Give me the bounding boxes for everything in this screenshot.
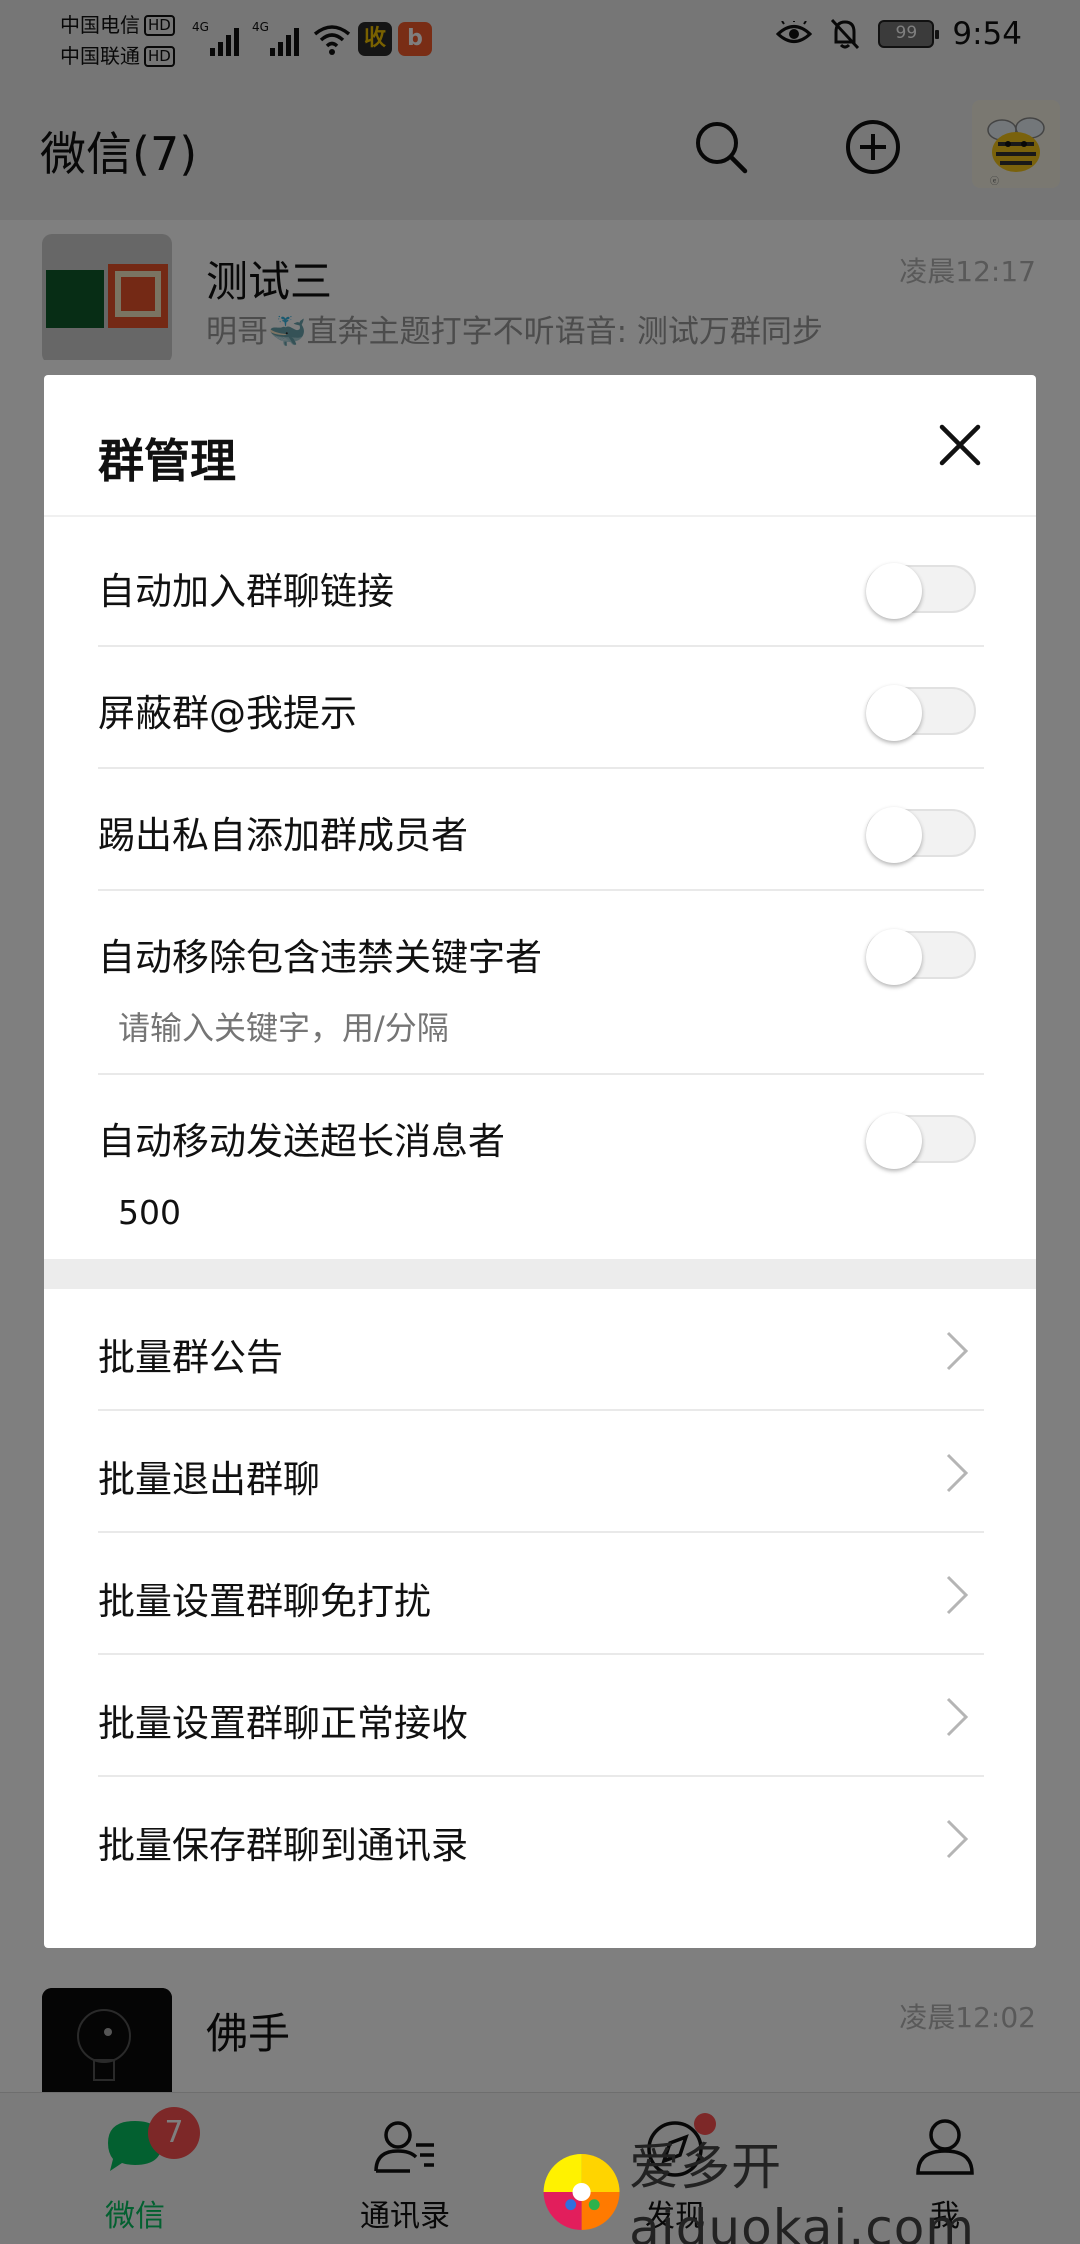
toggle-knob bbox=[866, 807, 922, 863]
toggle-switch[interactable] bbox=[866, 685, 976, 741]
setting-label: 自动移除包含违禁关键字者 bbox=[98, 936, 542, 979]
watermark: 爱多开aiduokai.com bbox=[540, 2138, 1080, 2244]
chevron-right-icon bbox=[946, 1697, 969, 1737]
watermark-text: 爱多开aiduokai.com bbox=[629, 2138, 975, 2244]
setting-label: 屏蔽群@我提示 bbox=[98, 692, 357, 735]
setting-row: 踢出私自添加群成员者 bbox=[98, 769, 984, 891]
setting-row: 自动移除包含违禁关键字者 bbox=[98, 891, 984, 1075]
max-length-input[interactable] bbox=[118, 1193, 518, 1232]
setting-label: 踢出私自添加群成员者 bbox=[98, 814, 468, 857]
action-label: 批量设置群聊正常接收 bbox=[98, 1702, 468, 1745]
group-management-dialog: 群管理 自动加入群聊链接 屏蔽群@我提示 踢出私自添加群成员者 自动移除包含违禁… bbox=[44, 375, 1036, 1948]
action-row[interactable]: 批量设置群聊免打扰 bbox=[98, 1533, 984, 1655]
action-row[interactable]: 批量设置群聊正常接收 bbox=[98, 1655, 984, 1777]
toggle-switch[interactable] bbox=[866, 1113, 976, 1169]
action-label: 批量退出群聊 bbox=[98, 1458, 320, 1501]
section-divider bbox=[44, 1259, 1036, 1289]
action-row[interactable]: 批量保存群聊到通讯录 bbox=[98, 1777, 984, 1899]
chevron-right-icon bbox=[946, 1819, 969, 1859]
action-label: 批量群公告 bbox=[98, 1336, 283, 1379]
setting-label: 自动移动发送超长消息者 bbox=[98, 1120, 505, 1163]
action-label: 批量保存群聊到通讯录 bbox=[98, 1824, 468, 1867]
close-icon[interactable] bbox=[936, 421, 984, 469]
action-row[interactable]: 批量退出群聊 bbox=[98, 1411, 984, 1533]
toggle-switch[interactable] bbox=[866, 563, 976, 619]
action-row[interactable]: 批量群公告 bbox=[98, 1289, 984, 1411]
action-label: 批量设置群聊免打扰 bbox=[98, 1580, 431, 1623]
toggle-knob bbox=[866, 1113, 922, 1169]
dialog-header: 群管理 bbox=[44, 375, 1036, 517]
watermark-logo-icon bbox=[543, 2154, 620, 2230]
setting-row: 自动加入群聊链接 bbox=[98, 525, 984, 647]
toggle-switch[interactable] bbox=[866, 929, 976, 985]
keyword-input[interactable] bbox=[118, 1009, 918, 1047]
chevron-right-icon bbox=[946, 1331, 969, 1371]
toggle-knob bbox=[866, 685, 922, 741]
toggle-knob bbox=[866, 929, 922, 985]
dialog-title: 群管理 bbox=[98, 434, 236, 488]
setting-row: 自动移动发送超长消息者 bbox=[98, 1075, 984, 1259]
setting-label: 自动加入群聊链接 bbox=[98, 570, 394, 613]
chevron-right-icon bbox=[946, 1453, 969, 1493]
setting-row: 屏蔽群@我提示 bbox=[98, 647, 984, 769]
toggle-switch[interactable] bbox=[866, 807, 976, 863]
toggle-knob bbox=[866, 563, 922, 619]
chevron-right-icon bbox=[946, 1575, 969, 1615]
